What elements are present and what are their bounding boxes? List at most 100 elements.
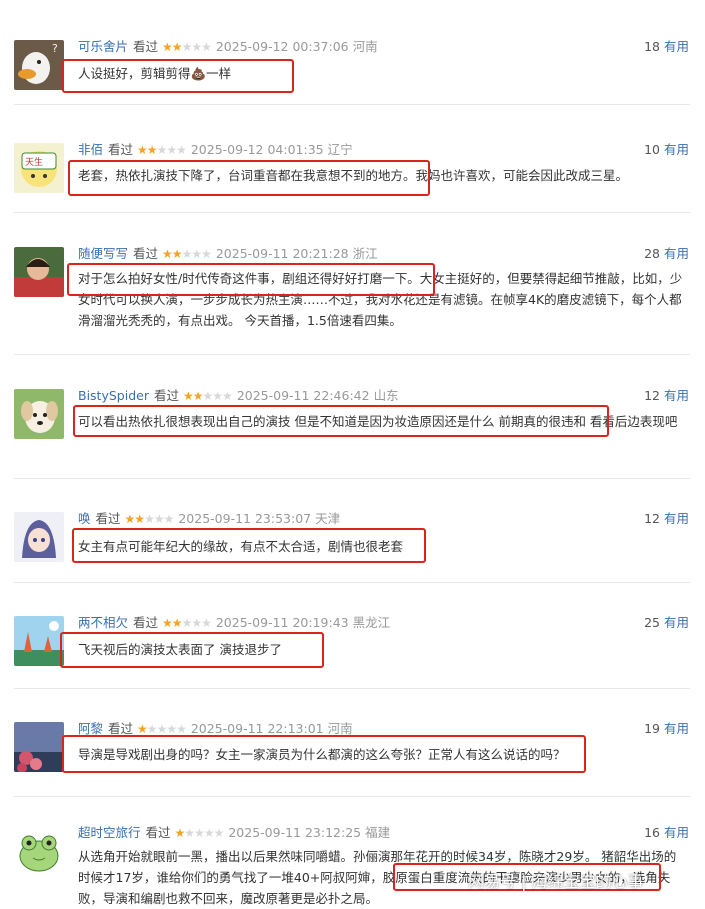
comment-location: 辽宁 <box>327 142 353 157</box>
star-empty-icon: ★ <box>203 826 215 840</box>
comment-time: 2025-09-12 04:01:35 <box>190 142 324 157</box>
username-link[interactable]: 唤 <box>78 511 91 526</box>
useful-vote-button[interactable]: 18 有用 <box>644 38 689 56</box>
rating-stars: ★★★★★ <box>137 143 187 157</box>
star-filled-icon: ★ <box>137 143 148 157</box>
star-filled-icon: ★ <box>162 616 173 630</box>
svg-text:?: ? <box>52 42 58 55</box>
goose-avatar-icon[interactable]: ? <box>14 40 64 90</box>
divider <box>14 796 690 797</box>
comment-location: 福建 <box>365 825 391 840</box>
useful-count: 12 <box>644 511 660 526</box>
svg-text:天生: 天生 <box>25 156 43 168</box>
useful-vote-button[interactable]: 12 有用 <box>644 387 689 405</box>
useful-label: 有用 <box>663 142 689 157</box>
watch-status: 看过 <box>133 39 159 54</box>
useful-count: 25 <box>644 615 660 630</box>
comment-time: 2025-09-11 22:13:01 <box>190 721 324 736</box>
highlight-box <box>72 528 426 563</box>
divider <box>14 104 690 105</box>
flower-avatar-icon[interactable] <box>14 722 64 772</box>
divider <box>14 354 690 355</box>
watch-status: 看过 <box>145 825 171 840</box>
useful-count: 19 <box>644 721 660 736</box>
highlight-box <box>393 863 661 891</box>
star-empty-icon: ★ <box>181 616 193 630</box>
cartoon-avatar-icon[interactable]: 天生 <box>14 143 64 193</box>
star-filled-icon: ★ <box>162 40 173 54</box>
star-empty-icon: ★ <box>153 512 165 526</box>
rating-stars: ★★★★★ <box>174 826 225 840</box>
divider <box>14 688 690 689</box>
star-empty-icon: ★ <box>194 826 205 840</box>
useful-vote-button[interactable]: 28 有用 <box>644 245 689 263</box>
divider <box>14 478 690 479</box>
star-filled-icon: ★ <box>137 722 148 736</box>
useful-vote-button[interactable]: 12 有用 <box>644 510 689 528</box>
star-empty-icon: ★ <box>176 722 187 736</box>
watch-status: 看过 <box>133 246 159 261</box>
highlight-box <box>73 405 609 437</box>
star-empty-icon: ★ <box>184 826 195 840</box>
star-empty-icon: ★ <box>201 247 212 261</box>
frog-avatar-icon[interactable] <box>14 826 64 876</box>
username-link[interactable]: 超时空旅行 <box>78 825 141 840</box>
star-empty-icon: ★ <box>202 389 214 403</box>
useful-label: 有用 <box>663 721 689 736</box>
star-empty-icon: ★ <box>201 616 212 630</box>
comment-meta: BistySpider 看过 ★★★★★ 2025-09-11 22:46:42 山东 <box>78 387 399 405</box>
comment-location: 山东 <box>373 388 399 403</box>
comment-meta: 两不相欠 看过 ★★★★★ 2025-09-11 20:19:43 黑龙江 <box>78 614 390 632</box>
useful-label: 有用 <box>663 388 689 403</box>
comment-meta: 非佰 看过 ★★★★★ 2025-09-12 04:01:35 辽宁 <box>78 141 353 159</box>
comment-meta: 唤看过 ★★★★★ 2025-09-11 23:53:07 天津 <box>78 510 340 528</box>
star-filled-icon: ★ <box>146 143 158 157</box>
useful-vote-button[interactable]: 10 有用 <box>644 141 689 159</box>
dog-avatar-icon[interactable] <box>14 389 64 439</box>
comment-meta: 可乐舍片 看过 ★★★★★ 2025-09-12 00:37:06 河南 <box>78 38 378 56</box>
useful-count: 18 <box>644 39 660 54</box>
comment-time: 2025-09-12 00:37:06 <box>215 39 349 54</box>
star-empty-icon: ★ <box>191 616 202 630</box>
highlight-box <box>62 59 294 93</box>
useful-count: 28 <box>644 246 660 261</box>
username-link[interactable]: 两不相欠 <box>78 615 128 630</box>
username-link[interactable]: 可乐舍片 <box>78 39 128 54</box>
useful-label: 有用 <box>663 511 689 526</box>
star-empty-icon: ★ <box>213 826 225 840</box>
divider <box>14 212 690 213</box>
useful-vote-button[interactable]: 16 有用 <box>644 824 689 842</box>
useful-count: 10 <box>644 142 660 157</box>
star-empty-icon: ★ <box>144 512 155 526</box>
star-empty-icon: ★ <box>163 512 175 526</box>
comment-time: 2025-09-11 22:46:42 <box>236 388 370 403</box>
username-link[interactable]: 阿黎 <box>78 721 103 736</box>
useful-count: 12 <box>644 388 660 403</box>
star-empty-icon: ★ <box>181 247 193 261</box>
useful-vote-button[interactable]: 19 有用 <box>644 720 689 738</box>
rating-stars: ★★★★★ <box>162 40 212 54</box>
username-link[interactable]: 非佰 <box>78 142 103 157</box>
star-empty-icon: ★ <box>191 40 202 54</box>
username-link[interactable]: 随便写写 <box>78 246 128 261</box>
star-filled-icon: ★ <box>162 247 173 261</box>
star-empty-icon: ★ <box>176 143 187 157</box>
star-filled-icon: ★ <box>171 616 183 630</box>
divider <box>14 582 690 583</box>
useful-label: 有用 <box>663 39 689 54</box>
watch-status: 看过 <box>95 511 121 526</box>
rating-stars: ★★★★★ <box>183 389 233 403</box>
watch-status: 看过 <box>108 721 134 736</box>
comment-location: 天津 <box>315 511 341 526</box>
useful-vote-button[interactable]: 25 有用 <box>644 614 689 632</box>
sky-avatar-icon[interactable] <box>14 616 64 666</box>
rating-stars: ★★★★★ <box>125 512 175 526</box>
star-empty-icon: ★ <box>191 247 202 261</box>
username-link[interactable]: BistySpider <box>78 388 149 403</box>
photo-avatar-icon[interactable] <box>14 247 64 297</box>
anime-girl-avatar-icon[interactable] <box>14 512 64 562</box>
comment-time: 2025-09-11 20:21:28 <box>215 246 349 261</box>
star-empty-icon: ★ <box>166 143 177 157</box>
watch-status: 看过 <box>133 615 159 630</box>
star-filled-icon: ★ <box>174 826 186 840</box>
